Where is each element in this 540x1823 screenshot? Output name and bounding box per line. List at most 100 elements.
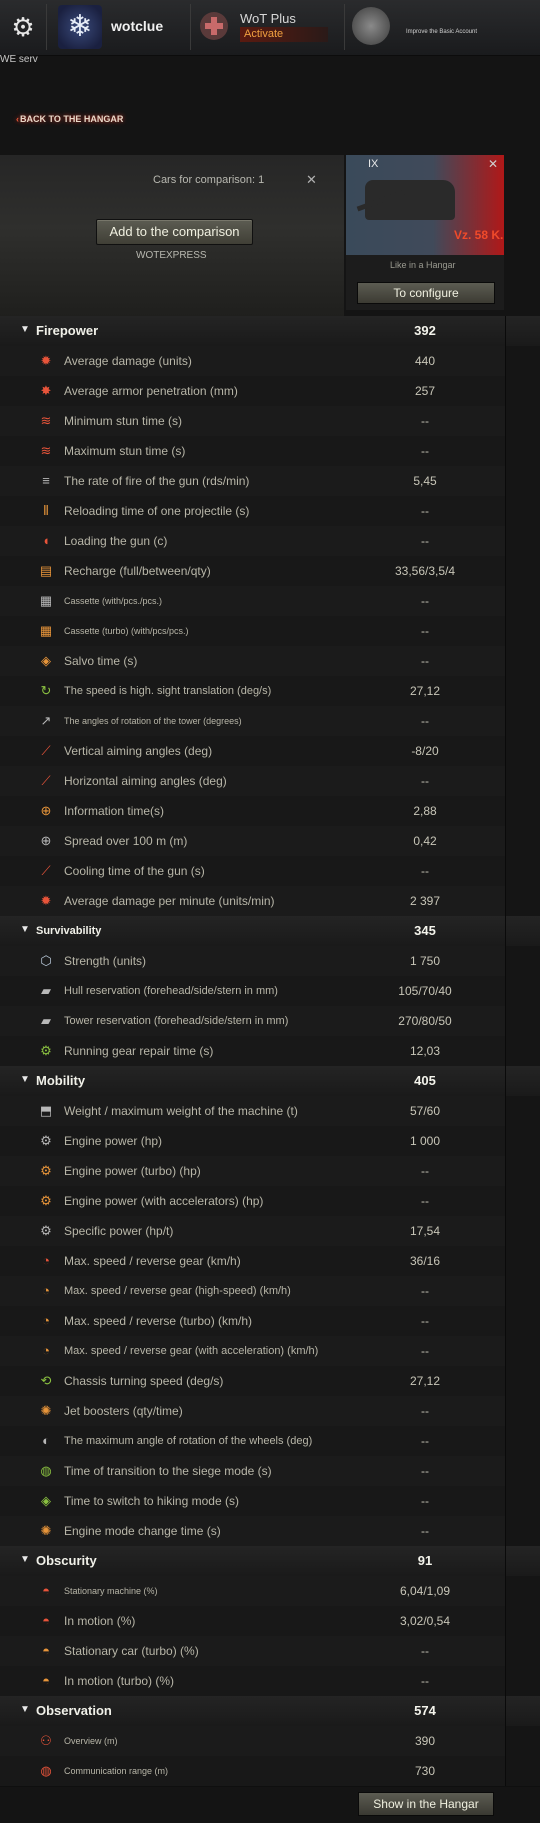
stat-row: ≋ Maximum stun time (s) -- — [0, 436, 540, 467]
divider — [505, 1696, 506, 1726]
stat-value: -- — [421, 1344, 429, 1358]
stat-label: Average damage (units) — [64, 354, 192, 368]
section-header-observation[interactable]: ▼ Observation 574 — [0, 1696, 540, 1727]
stat-label: Salvo time (s) — [64, 654, 138, 668]
strength-icon: ⬡ — [40, 953, 52, 968]
section-score: 91 — [417, 1553, 433, 1568]
empty-compare-cell — [506, 1186, 540, 1216]
stationary-turbo-camo-icon: ◓ — [42, 1643, 50, 1658]
stat-value: -- — [421, 414, 429, 428]
stat-row: ⬡ Strength (units) 1 750 — [0, 946, 540, 977]
section-score: 574 — [414, 1703, 436, 1718]
premium-emblem-icon[interactable] — [352, 7, 390, 45]
empty-compare-cell — [506, 346, 540, 376]
reload-projectile-icon: ⦀ — [43, 503, 49, 518]
stat-label: Time of transition to the siege mode (s) — [64, 1464, 272, 1478]
section-header-survivability[interactable]: ▼ Survivability 345 — [0, 916, 540, 947]
empty-compare-cell — [506, 766, 540, 796]
stat-value: -- — [421, 1404, 429, 1418]
stat-value: -8/20 — [411, 744, 439, 758]
empty-compare-cell — [506, 1276, 540, 1306]
gear-icon[interactable]: ⚙ — [8, 12, 38, 42]
show-in-hangar-button[interactable]: Show in the Hangar — [358, 1792, 494, 1816]
wot-plus-icon[interactable] — [200, 12, 228, 40]
chevron-down-icon[interactable]: ▼ — [20, 924, 30, 935]
chevron-down-icon[interactable]: ▼ — [20, 324, 30, 335]
chevron-down-icon[interactable]: ▼ — [20, 1554, 30, 1565]
stat-row: ◍ Communication range (m) 730 — [0, 1756, 540, 1787]
empty-compare-cell — [506, 856, 540, 886]
stationary-camo-icon: ◓ — [42, 1583, 50, 1598]
stat-row: ⚙ Engine power (turbo) (hp) -- — [0, 1156, 540, 1187]
comparison-count: Cars for comparison: 1 — [153, 174, 265, 186]
stat-label: Jet boosters (qty/time) — [64, 1404, 183, 1418]
close-icon[interactable]: ✕ — [488, 157, 498, 171]
clan-logo[interactable]: ❄ — [58, 5, 102, 49]
section-header-mobility[interactable]: ▼ Mobility 405 — [0, 1066, 540, 1097]
stat-row: ▤ Recharge (full/between/qty) 33,56/3,5/4 — [0, 556, 540, 587]
snowflake-icon: ❄ — [67, 10, 93, 43]
stat-value: -- — [421, 1164, 429, 1178]
penetration-icon: ✸ — [40, 383, 52, 398]
stat-value: 27,12 — [409, 684, 441, 698]
section-header-firepower[interactable]: ▼ Firepower 392 — [0, 316, 540, 347]
stat-value: 270/80/50 — [398, 1014, 452, 1028]
stat-row: ≋ Minimum stun time (s) -- — [0, 406, 540, 437]
chassis-turn-icon: ⟲ — [40, 1373, 52, 1388]
stat-row: ⟋ Horizontal aiming angles (deg) -- — [0, 766, 540, 797]
stat-label: Max. speed / reverse (turbo) (km/h) — [64, 1314, 253, 1328]
stat-value: 105/70/40 — [398, 984, 452, 998]
stat-value: 6,04/1,09 — [399, 1584, 451, 1598]
empty-compare-cell — [506, 1456, 540, 1486]
chevron-down-icon[interactable]: ▼ — [20, 1704, 30, 1715]
stat-row: ◔ Max. speed / reverse gear (km/h) 36/16 — [0, 1246, 540, 1277]
siege-mode-icon: ◍ — [40, 1463, 52, 1478]
stat-value: -- — [421, 654, 429, 668]
stat-label: Information time(s) — [64, 804, 165, 818]
engine-mode-icon: ✺ — [40, 1523, 52, 1538]
empty-compare-cell — [506, 1306, 540, 1336]
server-label: WE serv — [0, 54, 38, 65]
stat-value: -- — [421, 1434, 429, 1448]
add-to-comparison-button[interactable]: Add to the comparison — [96, 219, 253, 245]
premium-account-link[interactable]: Improve the Basic Account — [406, 29, 477, 35]
dispersion-icon: ⊕ — [40, 833, 52, 848]
stat-row: ◓ In motion (%) 3,02/0,54 — [0, 1606, 540, 1637]
stat-row: ▦ Cassette (turbo) (with/pcs/pcs.) -- — [0, 616, 540, 647]
divider — [505, 1066, 506, 1096]
dpm-icon: ✹ — [40, 893, 52, 908]
stat-value: -- — [421, 1524, 429, 1538]
stat-value: 5,45 — [413, 474, 437, 488]
stat-label: Reloading time of one projectile (s) — [64, 504, 250, 518]
wot-plus-activate-button[interactable]: Activate — [240, 27, 328, 42]
max-stun-icon: ≋ — [40, 443, 52, 458]
empty-compare-cell — [506, 1216, 540, 1246]
stat-value: -- — [421, 1194, 429, 1208]
stat-row: ◔ Max. speed / reverse gear (high-speed) … — [0, 1276, 540, 1307]
stat-value: 17,54 — [409, 1224, 441, 1238]
tank-tier: IX — [368, 158, 379, 170]
configure-button[interactable]: To configure — [357, 282, 495, 304]
wheel-angle-icon: ◐ — [42, 1433, 50, 1448]
horizontal-angles-icon: ⟋ — [41, 773, 51, 788]
empty-compare-cell — [506, 586, 540, 616]
username[interactable]: wotclue — [111, 18, 163, 34]
chevron-down-icon[interactable]: ▼ — [20, 1074, 30, 1085]
stat-row: ✹ Average damage per minute (units/min) 2 … — [0, 886, 540, 917]
back-to-hangar-link[interactable]: ‹BACK TO THE HANGAR — [16, 114, 123, 124]
wot-plus-title[interactable]: WoT Plus — [240, 11, 296, 26]
section-header-obscurity[interactable]: ▼ Obscurity 91 — [0, 1546, 540, 1577]
empty-compare-cell — [506, 1336, 540, 1366]
empty-compare-cell — [506, 1576, 540, 1606]
close-icon[interactable]: ✕ — [306, 172, 317, 188]
stat-label: Cassette (with/pcs./pcs.) — [64, 596, 163, 606]
empty-compare-cell — [506, 1726, 540, 1756]
stat-value: -- — [421, 534, 429, 548]
cassette-turbo-icon: ▦ — [39, 623, 53, 638]
stat-label: Engine mode change time (s) — [64, 1524, 221, 1538]
empty-compare-cell — [506, 1636, 540, 1666]
back-link-label: BACK TO THE HANGAR — [20, 114, 124, 124]
stat-value: -- — [421, 1644, 429, 1658]
stat-row: ⚙ Specific power (hp/t) 17,54 — [0, 1216, 540, 1247]
cassette-icon: ▦ — [39, 593, 53, 608]
